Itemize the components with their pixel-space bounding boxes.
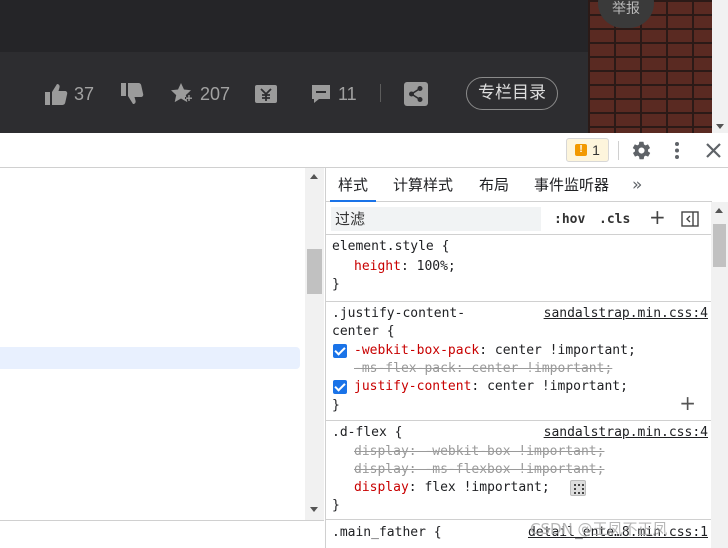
declaration[interactable]: height: 100%; — [354, 258, 456, 276]
close-icon[interactable] — [705, 140, 722, 161]
tab-computed[interactable]: 计算样式 — [393, 168, 453, 202]
rule-selector[interactable]: .main_father { — [332, 524, 442, 542]
rule-close-brace: } — [332, 398, 340, 413]
styles-tab-strip: 样式 计算样式 布局 事件监听器 » — [326, 168, 712, 202]
cls-toggle-button[interactable]: .cls — [599, 212, 630, 227]
page-scrollbar[interactable] — [712, 0, 728, 133]
reward-button[interactable] — [254, 80, 278, 108]
tab-styles[interactable]: 样式 — [330, 168, 377, 202]
rule-close-brace: } — [332, 498, 340, 513]
issues-count: 1 — [592, 142, 600, 158]
styles-filter-bar: :hov .cls + — [326, 203, 712, 235]
thumbs-down-icon — [121, 83, 144, 104]
property-value[interactable]: flex !important; — [424, 480, 549, 495]
flexbox-editor-icon[interactable] — [570, 480, 586, 496]
like-button[interactable]: 37 — [44, 80, 94, 108]
scroll-down-arrow-icon[interactable] — [310, 507, 318, 512]
scroll-thumb[interactable] — [307, 249, 322, 294]
tab-layout[interactable]: 布局 — [479, 168, 509, 202]
tab-event-listeners[interactable]: 事件监听器 — [534, 168, 609, 202]
rule-selector[interactable]: .justify-content- — [332, 305, 465, 323]
share-icon — [404, 82, 428, 106]
toolbar-separator — [618, 141, 619, 160]
styles-sidebar: 样式 计算样式 布局 事件监听器 » :hov .cls + element.s… — [325, 168, 712, 548]
hov-toggle-button[interactable]: :hov — [554, 212, 585, 227]
devtools-toolbar: ! 1 — [0, 133, 728, 168]
overridden-declaration[interactable]: -ms-flex-pack: center !important; — [354, 360, 612, 378]
scroll-thumb[interactable] — [713, 224, 726, 267]
dislike-button[interactable] — [120, 80, 144, 108]
new-rule-plus-icon[interactable]: + — [649, 205, 666, 229]
declaration-checkbox[interactable] — [333, 380, 347, 394]
favorite-button[interactable]: 207 — [170, 80, 230, 108]
styles-scrollbar[interactable] — [711, 202, 728, 548]
property-name[interactable]: display — [354, 480, 409, 495]
overridden-declaration[interactable]: display: -webkit-box !important; — [354, 443, 604, 461]
thumbs-up-icon — [45, 84, 68, 105]
divider — [380, 84, 381, 102]
elements-tree[interactable] — [0, 168, 305, 520]
yuan-coin-icon — [255, 85, 277, 103]
declaration-checkbox[interactable] — [333, 344, 347, 358]
style-rule-d-flex: .d-flex { sandalstrap.min.css:4 display:… — [326, 422, 712, 520]
scroll-up-arrow-icon[interactable] — [715, 208, 723, 213]
share-button[interactable] — [404, 80, 428, 108]
more-tabs-chevron-icon[interactable]: » — [632, 168, 642, 202]
property-name[interactable]: justify-content — [354, 379, 471, 394]
column-toc-button[interactable]: 专栏目录 — [466, 77, 558, 110]
add-declaration-plus-icon[interactable]: + — [679, 391, 696, 415]
selected-dom-node[interactable] — [0, 347, 300, 369]
rule-source-link[interactable]: sandalstrap.min.css:4 — [544, 424, 708, 442]
csdn-watermark: CSDN @王凤不正凤 — [530, 520, 668, 538]
declaration[interactable]: -webkit-box-pack: center !important; — [354, 342, 636, 360]
star-plus-icon — [171, 83, 193, 103]
rule-selector[interactable]: element.style { — [332, 238, 449, 256]
declaration[interactable]: justify-content: center !important; — [354, 378, 628, 396]
issues-badge[interactable]: ! 1 — [566, 138, 609, 162]
property-value[interactable]: center !important; — [487, 379, 628, 394]
like-count: 37 — [74, 83, 95, 104]
toggle-sidebar-icon[interactable] — [681, 211, 699, 227]
property-value[interactable]: 100%; — [417, 259, 456, 274]
settings-gear-icon[interactable] — [631, 140, 652, 161]
style-rule-element-style: element.style { height: 100%; } — [326, 236, 712, 302]
more-vertical-icon[interactable] — [670, 140, 684, 161]
rule-selector-continued: center { — [332, 324, 395, 339]
overridden-declaration[interactable]: display: -ms-flexbox !important; — [354, 461, 604, 479]
rule-source-link[interactable]: sandalstrap.min.css:4 — [544, 305, 708, 323]
rule-close-brace: } — [332, 277, 340, 292]
styles-filter-input[interactable] — [331, 207, 541, 231]
warning-flag-icon: ! — [575, 144, 588, 156]
header-strip — [0, 0, 588, 52]
property-name[interactable]: height — [354, 259, 401, 274]
comment-count: 11 — [338, 83, 357, 104]
scroll-down-arrow-icon[interactable] — [716, 124, 724, 129]
property-name[interactable]: -webkit-box-pack — [354, 343, 479, 358]
breadcrumb-bar — [0, 520, 324, 548]
property-value[interactable]: center !important; — [495, 343, 636, 358]
rule-selector[interactable]: .d-flex { — [332, 424, 402, 442]
style-rule-justify-content-center: .justify-content- sandalstrap.min.css:4 … — [326, 303, 712, 421]
comment-icon — [312, 85, 330, 103]
declaration[interactable]: display: flex !important; — [354, 479, 550, 497]
favorite-count: 207 — [200, 83, 231, 104]
scroll-up-arrow-icon[interactable] — [310, 174, 318, 179]
elements-scrollbar[interactable] — [305, 168, 324, 520]
comment-button[interactable]: 11 — [310, 80, 357, 108]
